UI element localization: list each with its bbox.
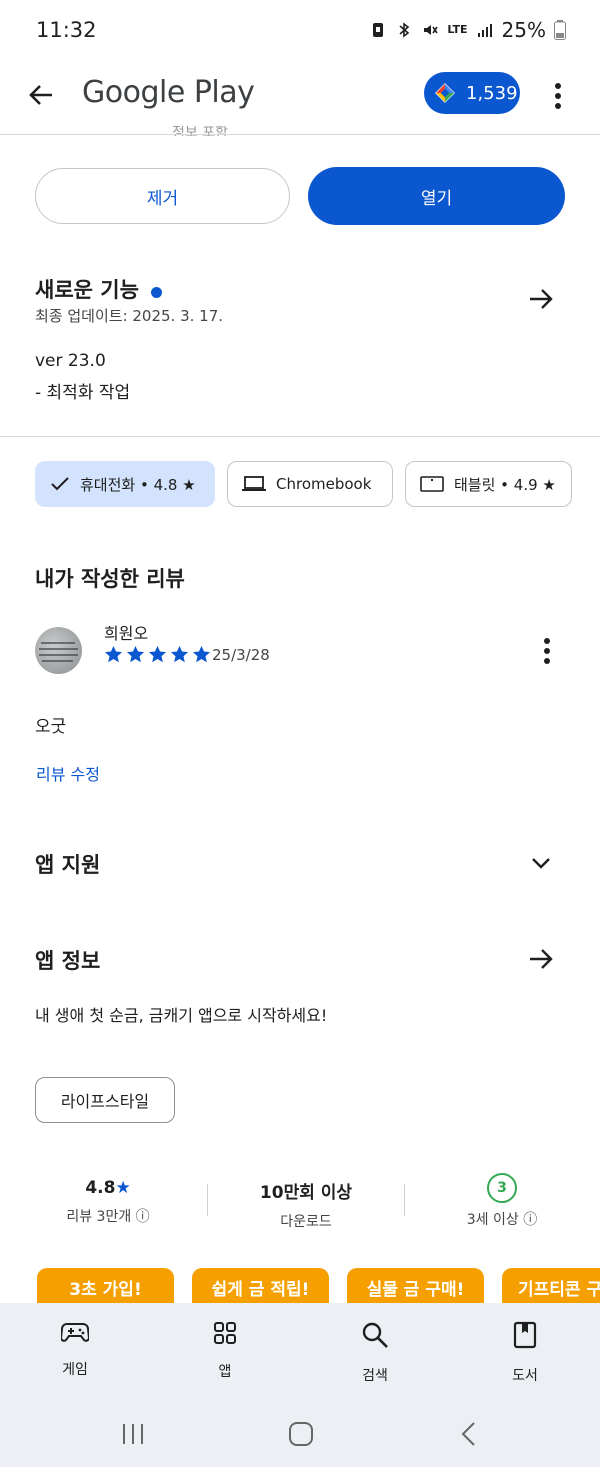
- new-indicator-dot: [150, 287, 162, 298]
- review-text: 오굿: [35, 717, 67, 737]
- bluetooth-icon: [399, 22, 410, 38]
- app-description: 내 생애 첫 순금, 금캐기 앱으로 시작하세요!: [35, 1006, 328, 1025]
- star-icon: [104, 645, 123, 663]
- whats-new-header[interactable]: 새로운 기능: [35, 274, 162, 304]
- nav-games-label: 게임: [62, 1362, 88, 1378]
- nav-books-label: 도서: [512, 1368, 538, 1384]
- tablet-icon: [420, 476, 444, 492]
- play-points-button[interactable]: 1,539: [424, 72, 520, 114]
- stat-divider: [404, 1184, 405, 1216]
- chip-phone[interactable]: 휴대전화 • 4.8 ★: [35, 461, 215, 507]
- arrow-right-icon[interactable]: [526, 284, 556, 314]
- app-support-title[interactable]: 앱 지원: [35, 849, 100, 879]
- avatar-image: [39, 642, 78, 662]
- rating-value: 4.8: [85, 1178, 116, 1198]
- app-info-title[interactable]: 앱 정보: [35, 945, 100, 975]
- screenshot-thumbnail[interactable]: 실물 금 구매!: [347, 1268, 484, 1306]
- age-rating-badge: 3: [487, 1173, 517, 1203]
- check-icon: [51, 477, 69, 491]
- screenshot-thumbnail[interactable]: 쉽게 금 적립!: [192, 1268, 329, 1306]
- avatar: [35, 627, 82, 674]
- chip-chromebook[interactable]: Chromebook: [227, 461, 393, 507]
- chip-phone-label: 휴대전화 • 4.8 ★: [80, 475, 196, 494]
- network-type: LTE: [447, 23, 468, 36]
- nav-search[interactable]: 검색: [325, 1321, 425, 1385]
- uninstall-button[interactable]: 제거: [35, 168, 290, 224]
- category-tag[interactable]: 라이프스타일: [35, 1077, 175, 1123]
- laptop-icon: [242, 476, 266, 491]
- downloads-value: 10만회 이상: [259, 1183, 353, 1203]
- status-time: 11:32: [36, 18, 97, 42]
- back-arrow-icon[interactable]: [26, 80, 56, 110]
- version-text: ver 23.0: [35, 351, 106, 371]
- edit-review-link[interactable]: 리뷰 수정: [36, 761, 100, 785]
- search-icon: [362, 1322, 388, 1348]
- page-title: Google Play: [82, 75, 255, 110]
- star-icon: [170, 645, 189, 663]
- star-icon: [192, 645, 211, 663]
- nav-search-label: 검색: [362, 1368, 388, 1384]
- stat-divider: [207, 1184, 208, 1216]
- downloads-label: 다운로드: [280, 1214, 332, 1230]
- nav-apps-label: 앱: [218, 1364, 232, 1380]
- review-rating-stars: [104, 645, 211, 664]
- play-points-icon: [435, 83, 455, 103]
- more-options-icon[interactable]: [548, 78, 568, 114]
- section-divider: [0, 436, 600, 437]
- recent-apps-icon[interactable]: [120, 1422, 146, 1446]
- star-icon: [148, 645, 167, 663]
- whats-new-title: 새로운 기능: [35, 278, 139, 302]
- review-more-icon[interactable]: [537, 636, 557, 666]
- status-icons: LTE 25%: [369, 18, 566, 42]
- star-icon: [126, 645, 145, 663]
- book-icon: [513, 1321, 537, 1349]
- rating-count: 리뷰 3만개: [66, 1209, 132, 1225]
- chip-tablet-label: 태블릿 • 4.9 ★: [454, 475, 556, 494]
- app-header: Google Play 1,539: [0, 62, 600, 134]
- app-info-arrow-icon[interactable]: [526, 944, 556, 974]
- update-note: - 최적화 작업: [35, 383, 131, 403]
- apps-grid-icon: [214, 1322, 236, 1344]
- gamepad-icon: [59, 1323, 91, 1342]
- info-icon: ⓘ: [135, 1209, 150, 1225]
- stat-downloads: 10만회 이상 다운로드: [240, 1178, 372, 1231]
- star-icon: ★: [115, 1178, 131, 1198]
- signal-icon: [477, 24, 492, 37]
- battery-percent: 25%: [501, 18, 546, 42]
- bottom-navigation: 게임 앱 검색 도서: [0, 1303, 600, 1403]
- nav-apps[interactable]: 앱: [175, 1321, 275, 1381]
- screenshot-thumbnail[interactable]: 기프티콘 구: [502, 1268, 600, 1306]
- nav-games[interactable]: 게임: [25, 1321, 125, 1379]
- play-points-count: 1,539: [466, 82, 518, 104]
- review-date: 25/3/28: [212, 646, 270, 664]
- age-rating-label: 3세 이상: [466, 1212, 519, 1228]
- home-icon[interactable]: [288, 1421, 314, 1447]
- system-back-icon[interactable]: [458, 1421, 480, 1447]
- status-bar: 11:32 LTE 25%: [0, 0, 600, 62]
- chip-tablet[interactable]: 태블릿 • 4.9 ★: [405, 461, 572, 507]
- system-navigation-bar: [0, 1403, 600, 1467]
- review-author: 희원오: [104, 624, 149, 643]
- chevron-down-icon[interactable]: [529, 851, 553, 875]
- screenshot-thumbnail[interactable]: 3초 가입!: [37, 1268, 174, 1306]
- nav-books[interactable]: 도서: [475, 1321, 575, 1385]
- battery-icon: [554, 20, 566, 40]
- chip-chromebook-label: Chromebook: [276, 475, 372, 493]
- open-button[interactable]: 열기: [308, 167, 565, 225]
- my-review-title: 내가 작성한 리뷰: [35, 567, 185, 591]
- last-updated: 최종 업데이트: 2025. 3. 17.: [35, 307, 224, 325]
- mute-icon: [424, 25, 438, 35]
- stat-age[interactable]: 3 3세 이상 ⓘ: [442, 1173, 562, 1229]
- sim-icon: [373, 23, 384, 37]
- stat-rating[interactable]: 4.8★ 리뷰 3만개 ⓘ: [48, 1178, 168, 1226]
- info-icon: ⓘ: [523, 1212, 538, 1228]
- header-divider: [0, 134, 600, 135]
